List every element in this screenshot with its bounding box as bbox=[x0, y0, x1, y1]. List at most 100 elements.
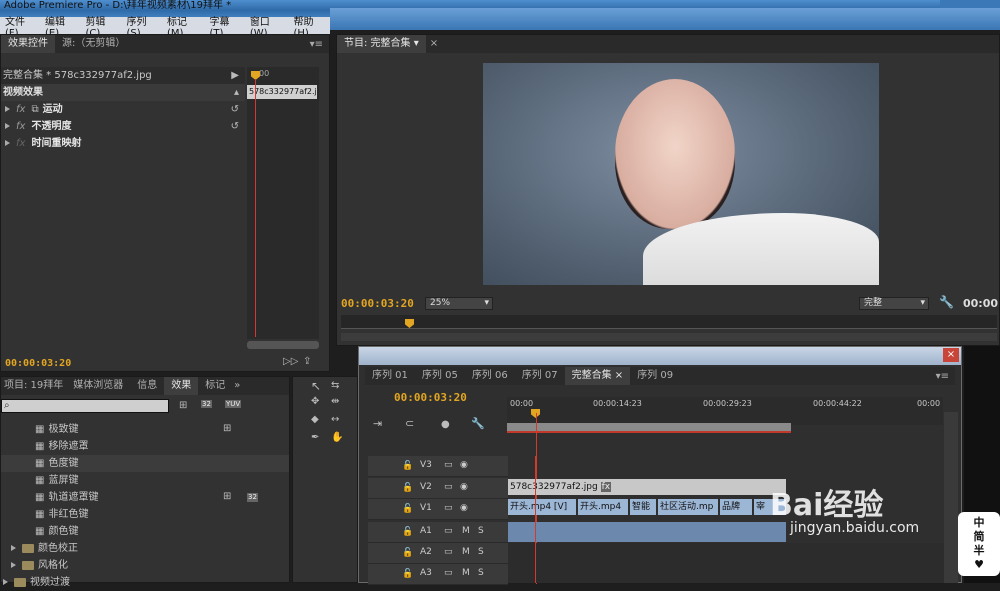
razor-icon[interactable]: ◆ bbox=[311, 415, 319, 425]
film-icon[interactable]: ▭ bbox=[444, 460, 453, 470]
accelerated-effects-icon[interactable]: ⊞ bbox=[179, 401, 187, 411]
lock-icon[interactable]: 🔓 bbox=[402, 461, 413, 471]
timeline-timecode[interactable]: 00:00:03:20 bbox=[394, 391, 467, 404]
export-icon[interactable]: ⇪ bbox=[303, 357, 311, 367]
track-v1[interactable]: 🔓 V1 ▭ ◉ bbox=[368, 499, 508, 520]
track-a1[interactable]: 🔓 A1 ▭ M S bbox=[368, 522, 508, 543]
v1-clip[interactable]: 社区活动.mp bbox=[658, 499, 718, 515]
lock-icon[interactable]: 🔓 bbox=[402, 504, 413, 514]
expand-icon[interactable] bbox=[5, 106, 10, 112]
collapse-up-icon[interactable]: ▴ bbox=[234, 84, 239, 101]
solo-button[interactable]: S bbox=[478, 547, 484, 557]
panel-menu-icon[interactable]: ▾≡ bbox=[310, 39, 329, 50]
tab-source[interactable]: 源:（无剪辑） bbox=[55, 35, 132, 53]
folder-item[interactable]: 颜色校正 bbox=[1, 540, 289, 557]
track-a3[interactable]: 🔓 A3 ▭ M S bbox=[368, 564, 508, 585]
pen-icon[interactable]: ✒ bbox=[311, 433, 319, 443]
list-item[interactable]: ▦ 色度键 bbox=[1, 455, 289, 472]
reset-icon[interactable]: ↺ bbox=[231, 118, 239, 135]
folder-item[interactable]: 风格化 bbox=[1, 557, 289, 574]
expand-icon[interactable] bbox=[5, 140, 10, 146]
lock-icon[interactable]: 🔓 bbox=[402, 483, 413, 493]
play-triangle-icon[interactable]: ▶ bbox=[231, 67, 239, 84]
tab-media-browser[interactable]: 媒体浏览器 bbox=[66, 377, 130, 395]
list-item[interactable]: ▦ 移除遮罩 bbox=[1, 438, 289, 455]
lock-icon[interactable]: 🔓 bbox=[402, 527, 413, 537]
tab-sequence-01[interactable]: 序列 01 bbox=[365, 367, 415, 385]
film-icon[interactable]: ▭ bbox=[444, 503, 453, 513]
track-select-icon[interactable]: ⇆ bbox=[331, 381, 339, 391]
eye-icon[interactable]: ◉ bbox=[460, 482, 468, 492]
playhead-icon[interactable] bbox=[405, 319, 414, 328]
tab-sequence-05[interactable]: 序列 05 bbox=[415, 367, 465, 385]
effect-row-time-remap[interactable]: fx 时间重映射 bbox=[1, 135, 245, 152]
track-v3[interactable]: 🔓 V3 ▭ ◉ bbox=[368, 456, 508, 477]
more-tabs-icon[interactable]: » bbox=[232, 377, 242, 395]
add-marker-icon[interactable]: ● bbox=[441, 420, 450, 430]
selection-tool-icon[interactable]: ↖ bbox=[311, 380, 321, 392]
v1-clip[interactable]: 开头.mp4 bbox=[578, 499, 628, 515]
lock-icon[interactable]: 🔓 bbox=[402, 569, 413, 579]
tab-project[interactable]: 项目: 19拜年 bbox=[1, 377, 66, 395]
mute-button[interactable]: M bbox=[462, 526, 470, 536]
tab-markers[interactable]: 标记 bbox=[198, 377, 232, 395]
panel-menu-icon[interactable]: ▾≡ bbox=[936, 371, 955, 382]
hand-icon[interactable]: ✋ bbox=[331, 433, 343, 443]
mute-button[interactable]: M bbox=[462, 568, 470, 578]
play-only-icon[interactable]: ▷▷ bbox=[283, 357, 298, 367]
list-item[interactable]: ▦ 极致键 ⊞ bbox=[1, 421, 289, 438]
program-video-frame[interactable] bbox=[483, 63, 879, 285]
close-icon[interactable]: × bbox=[943, 348, 959, 362]
speaker-icon[interactable]: ▭ bbox=[444, 526, 453, 536]
timeline-scrollbar[interactable] bbox=[944, 412, 958, 583]
speaker-icon[interactable]: ▭ bbox=[444, 547, 453, 557]
side-badge[interactable]: 中 简 半 ♥ bbox=[958, 512, 1000, 576]
list-item[interactable]: ▦ 蓝屏键 bbox=[1, 472, 289, 489]
v2-clip[interactable]: 578c332977af2.jpg fx bbox=[508, 479, 786, 495]
reset-icon[interactable]: ↺ bbox=[231, 101, 239, 118]
rolling-edit-icon[interactable]: ⇹ bbox=[331, 397, 339, 407]
eye-icon[interactable]: ◉ bbox=[460, 503, 468, 513]
solo-button[interactable]: S bbox=[478, 526, 484, 536]
timeline-ruler[interactable]: 00:00 00:00:14:23 00:00:29:23 00:00:44:2… bbox=[507, 397, 943, 425]
tab-effects[interactable]: 效果 bbox=[164, 377, 199, 395]
effect-mini-timeline[interactable]: 00 578c332977af2.j bbox=[247, 67, 319, 339]
program-ruler[interactable] bbox=[341, 315, 997, 329]
effect-timecode[interactable]: 00:00:03:20 bbox=[5, 355, 71, 372]
zoom-select[interactable]: 25% ▾ bbox=[425, 297, 493, 310]
dropdown-icon[interactable]: ▾ bbox=[414, 38, 419, 49]
mini-scrollbar[interactable] bbox=[247, 341, 319, 349]
speaker-icon[interactable]: ▭ bbox=[444, 568, 453, 578]
lock-icon[interactable]: 🔓 bbox=[402, 548, 413, 558]
v1-clip[interactable]: 开头.mp4 [V] bbox=[508, 499, 576, 515]
wrench-icon[interactable]: 🔧 bbox=[939, 296, 954, 308]
tab-program[interactable]: 节目: 完整合集 ▾ bbox=[337, 35, 426, 53]
badge-32-icon[interactable]: 32 bbox=[201, 400, 212, 408]
ripple-edit-icon[interactable]: ✥ bbox=[311, 397, 319, 407]
list-item[interactable]: ▦ 颜色键 bbox=[1, 523, 289, 540]
badge-yuv-icon[interactable]: YUV bbox=[225, 400, 242, 408]
tab-effect-controls[interactable]: 效果控件 bbox=[1, 35, 55, 53]
mute-button[interactable]: M bbox=[462, 547, 470, 557]
v1-clip[interactable]: 智能 bbox=[630, 499, 656, 515]
expand-icon[interactable] bbox=[11, 562, 16, 568]
tab-sequence-06[interactable]: 序列 06 bbox=[465, 367, 515, 385]
effect-row-opacity[interactable]: fx 不透明度 ↺ bbox=[1, 118, 245, 135]
track-a2[interactable]: 🔓 A2 ▭ M S bbox=[368, 543, 508, 564]
expand-icon[interactable] bbox=[11, 545, 16, 551]
eye-icon[interactable]: ◉ bbox=[460, 460, 468, 470]
tab-complete-sequence[interactable]: 完整合集 × bbox=[564, 367, 631, 385]
linked-selection-icon[interactable]: ⊂ bbox=[405, 418, 414, 429]
program-timecode[interactable]: 00:00:03:20 bbox=[341, 297, 414, 310]
tab-sequence-09[interactable]: 序列 09 bbox=[630, 367, 680, 385]
film-icon[interactable]: ▭ bbox=[444, 482, 453, 492]
tab-info[interactable]: 信息 bbox=[130, 377, 164, 395]
solo-button[interactable]: S bbox=[478, 568, 484, 578]
snap-icon[interactable]: ⇥ bbox=[373, 418, 382, 429]
expand-icon[interactable] bbox=[5, 123, 10, 129]
effects-search-input[interactable]: ⌕ bbox=[1, 399, 169, 413]
clip-chip[interactable]: 578c332977af2.j bbox=[247, 85, 317, 99]
program-scrollbar[interactable] bbox=[341, 333, 997, 341]
close-icon[interactable]: × bbox=[426, 35, 442, 53]
effect-row-motion[interactable]: fx ⧉ 运动 ↺ bbox=[1, 101, 245, 118]
